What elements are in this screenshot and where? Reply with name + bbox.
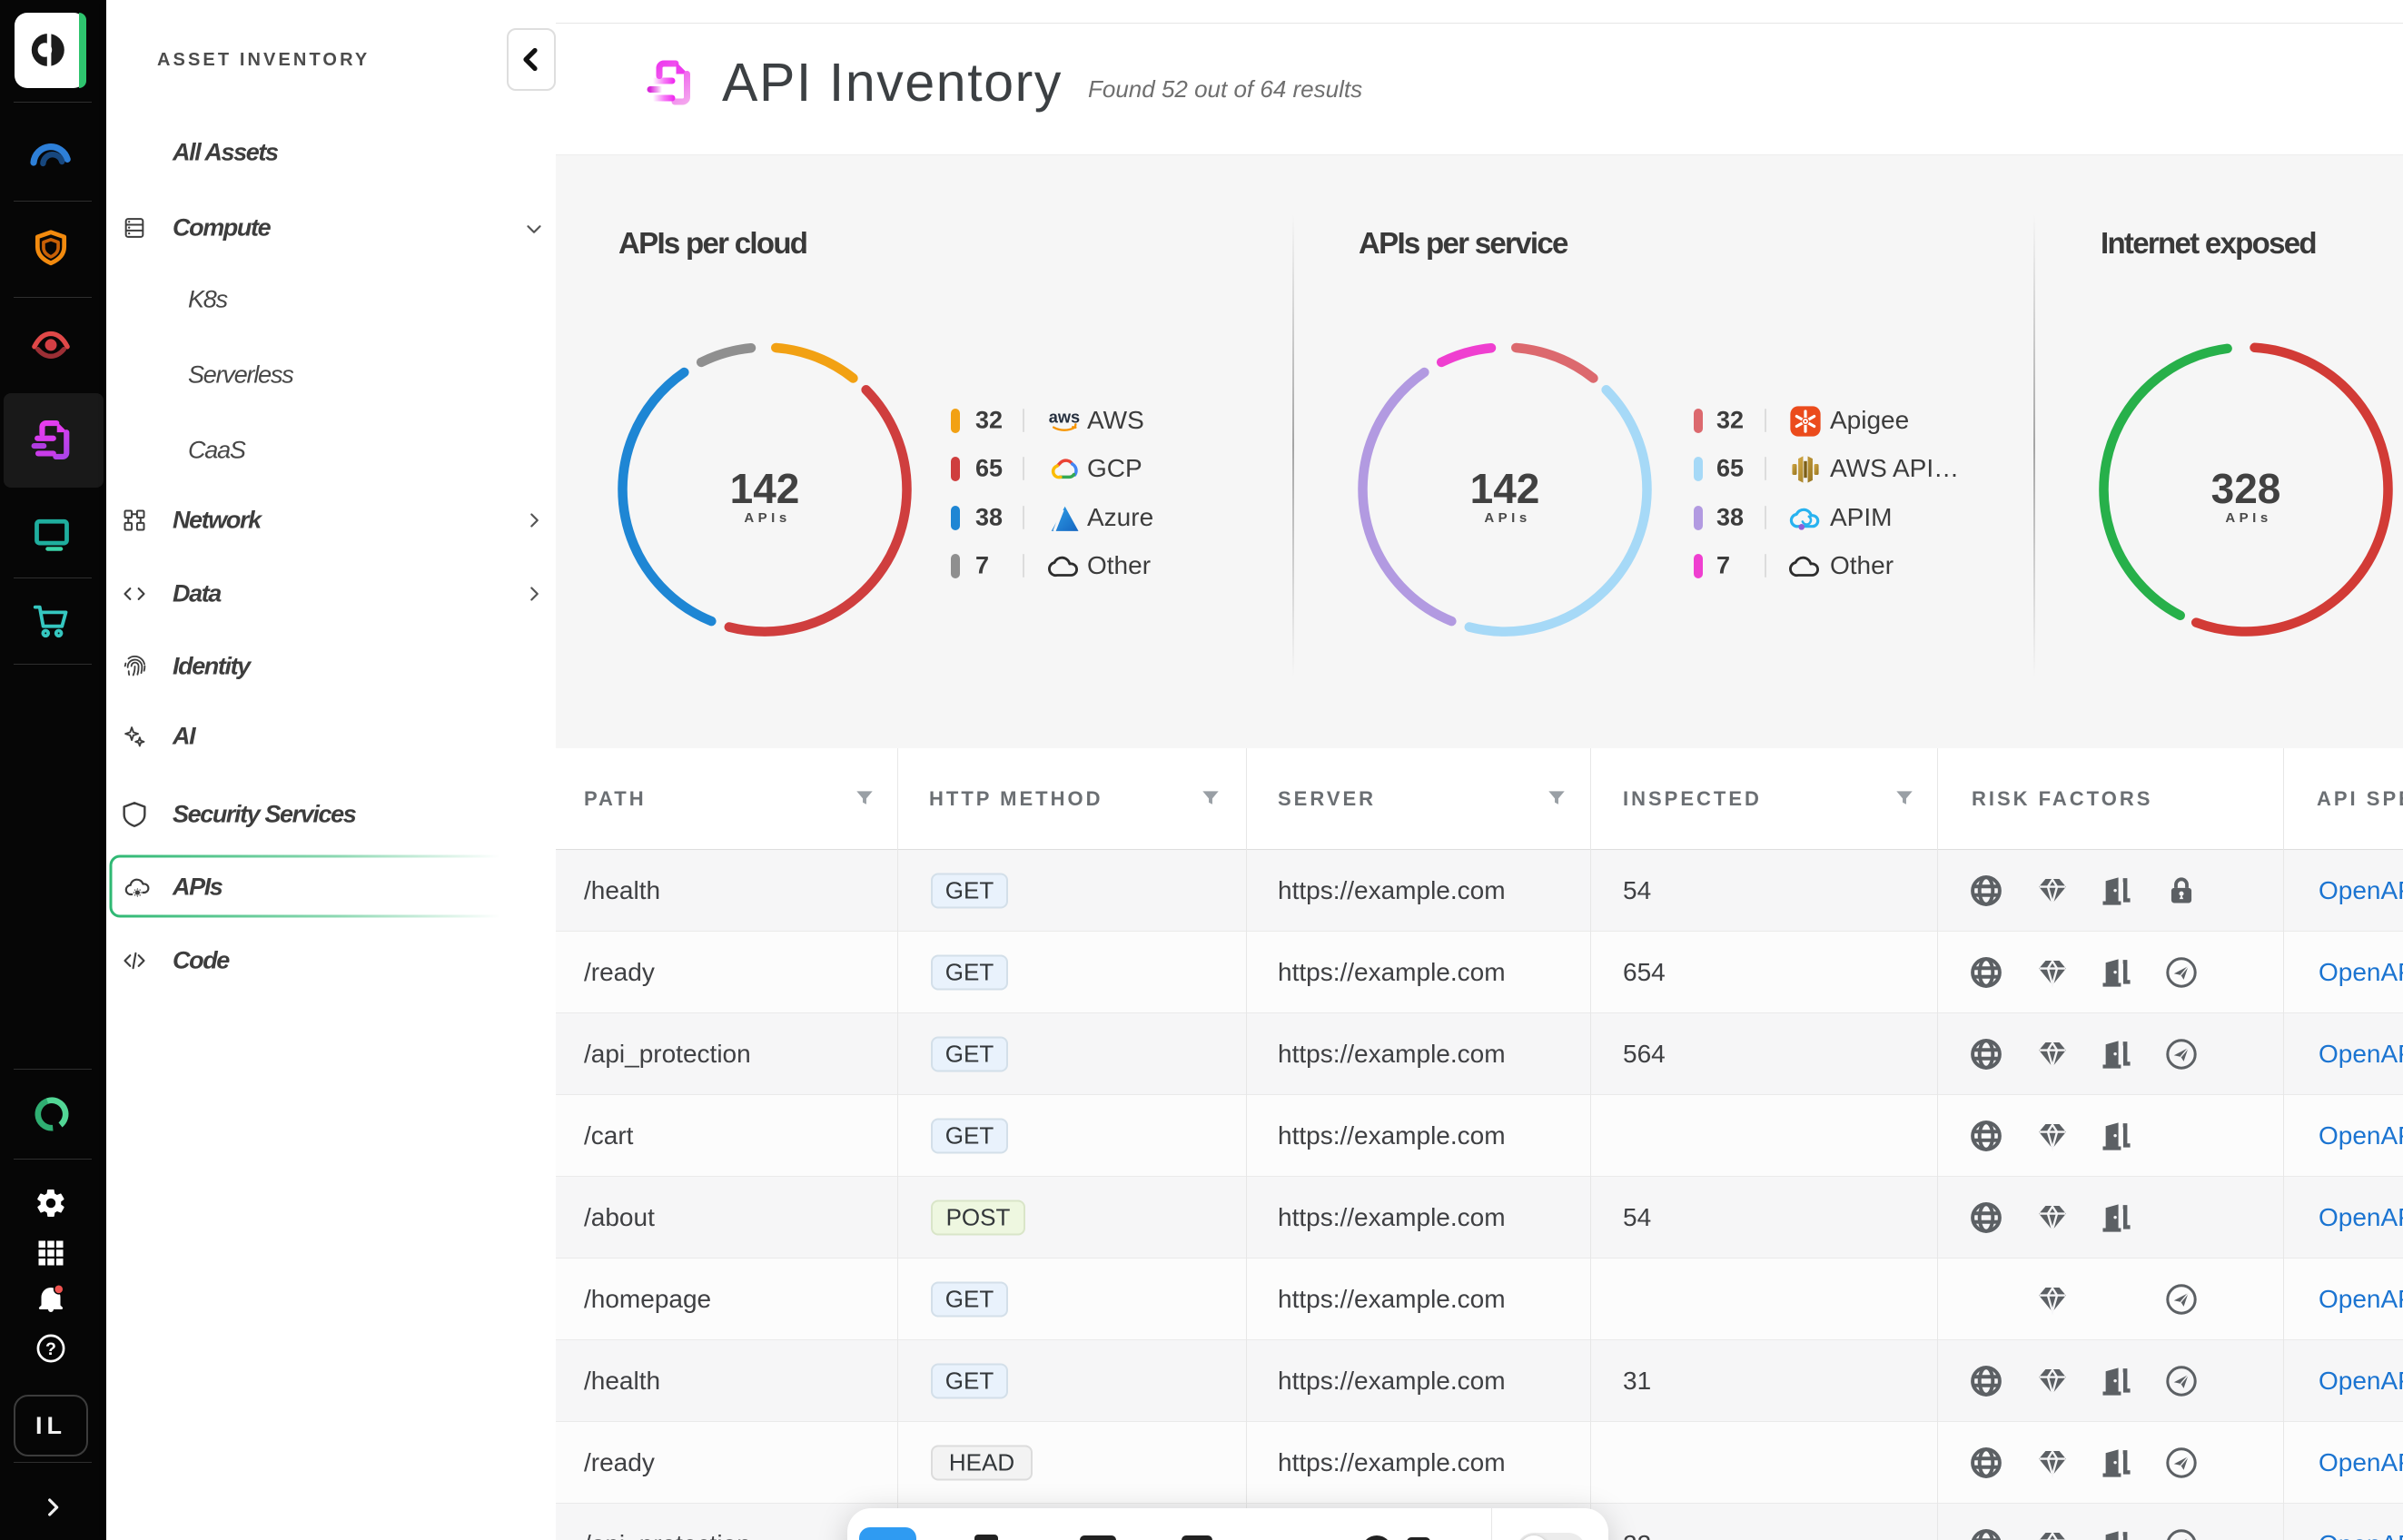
svg-text:?: ? [45, 1339, 56, 1359]
